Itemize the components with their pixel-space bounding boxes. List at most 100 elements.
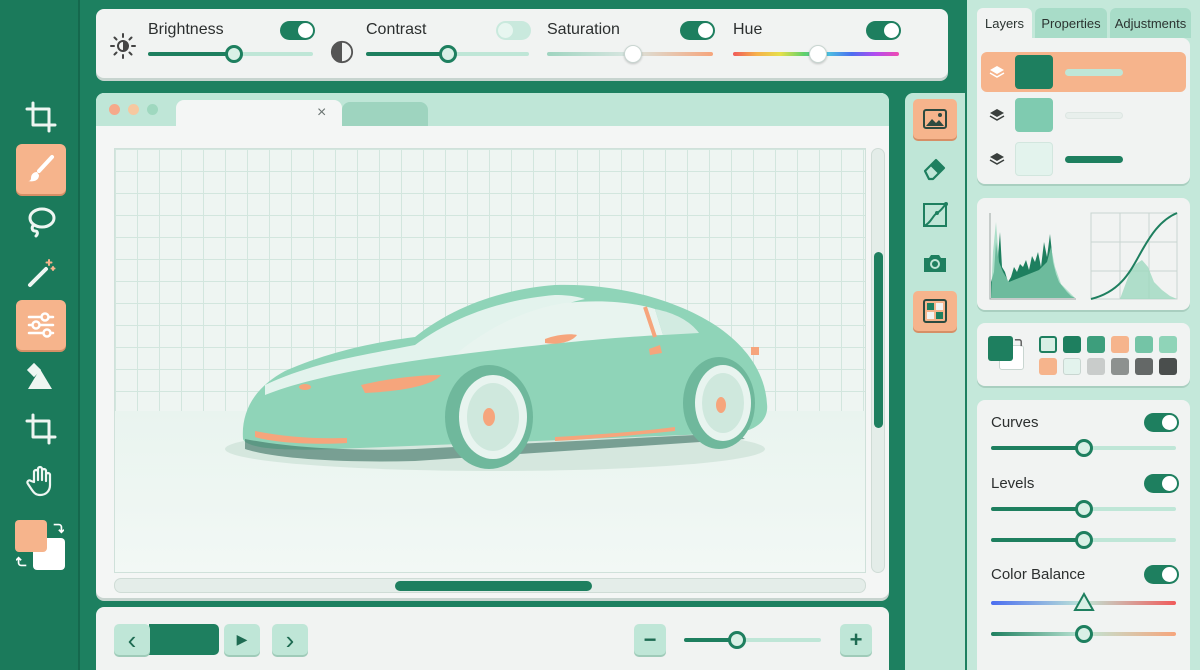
curves-toggle[interactable] (1144, 413, 1179, 432)
color-swatches[interactable] (15, 518, 69, 572)
levels-label: Levels (991, 475, 1035, 492)
curve-tool-button[interactable] (913, 195, 957, 235)
crop-icon (25, 101, 57, 133)
color-swatch[interactable] (1039, 358, 1057, 375)
image-canvas[interactable] (114, 148, 866, 573)
color-balance-label: Color Balance (991, 566, 1086, 583)
color-swatch[interactable] (1111, 336, 1129, 353)
zoom-slider-thumb[interactable] (728, 631, 746, 649)
color-balance-slider-2-thumb[interactable] (1075, 625, 1093, 643)
color-swatch[interactable] (1063, 336, 1081, 353)
brightness-toggle[interactable] (280, 21, 315, 40)
car-image (225, 284, 768, 471)
adjustments-toolbar: Brightness Contrast Saturation Hue (96, 9, 948, 78)
color-swatch[interactable] (1039, 336, 1057, 353)
layer-name-placeholder (1065, 69, 1123, 76)
brightness-slider-thumb[interactable] (225, 45, 243, 63)
levels-slider-1-thumb[interactable] (1075, 500, 1093, 518)
chevron-right-icon: › (285, 624, 295, 655)
layer-name-placeholder (1065, 156, 1123, 163)
swap-colors-icon[interactable] (1014, 338, 1023, 347)
canvas-minimize-button[interactable] (128, 104, 139, 115)
horizontal-scroll-thumb[interactable] (395, 581, 592, 591)
curves-label: Curves (991, 414, 1039, 431)
play-button[interactable]: ▶ (224, 624, 260, 655)
color-balance-slider-1-thumb[interactable] (1073, 592, 1095, 612)
histogram-chart (989, 213, 1076, 300)
plus-icon: + (849, 626, 863, 652)
document-tab-inactive[interactable] (342, 102, 428, 126)
color-swatch[interactable] (1159, 336, 1177, 353)
tab-adjustments[interactable]: Adjustments (1110, 8, 1191, 38)
layer-row-3[interactable] (981, 139, 1186, 179)
hue-toggle[interactable] (866, 21, 901, 40)
layer-thumbnail (1015, 55, 1053, 89)
shapes-tool-button[interactable] (16, 352, 66, 402)
right-panel: Layers Properties Adjustments Curves Lev… (967, 0, 1200, 670)
zoom-out-button[interactable]: − (634, 624, 666, 655)
previous-button[interactable]: ‹ (114, 624, 150, 655)
crop-tool-button-2[interactable] (16, 404, 66, 454)
tab-properties[interactable]: Properties (1035, 8, 1107, 38)
tab-close-icon[interactable]: × (317, 104, 326, 122)
color-swatch[interactable] (1087, 358, 1105, 375)
tab-layers[interactable]: Layers (977, 8, 1032, 38)
levels-toggle[interactable] (1144, 474, 1179, 493)
contrast-icon (330, 40, 354, 64)
brush-tool-button[interactable] (16, 144, 66, 194)
adjustments-tool-button[interactable] (16, 300, 66, 350)
canvas-window: × (96, 93, 889, 598)
vertical-scroll-thumb[interactable] (874, 252, 883, 428)
color-palette-panel (977, 323, 1190, 386)
canvas-close-button[interactable] (109, 104, 120, 115)
canvas-maximize-button[interactable] (147, 104, 158, 115)
color-balance-toggle[interactable] (1144, 565, 1179, 584)
vertical-scrollbar[interactable] (871, 148, 885, 573)
lasso-icon (28, 207, 56, 238)
lasso-tool-button[interactable] (16, 196, 66, 246)
crop-tool-button[interactable] (16, 92, 66, 142)
levels-slider-2-thumb[interactable] (1075, 531, 1093, 549)
timeline-bar: ‹ ▶ › − + (96, 607, 889, 670)
brush-icon (28, 155, 54, 182)
hue-slider-thumb[interactable] (809, 45, 827, 63)
zoom-in-button[interactable]: + (840, 624, 872, 655)
image-tool-button[interactable] (913, 99, 957, 139)
zoom-slider[interactable] (684, 638, 821, 642)
background-color-box[interactable] (988, 336, 1013, 361)
saturation-slider-thumb[interactable] (624, 45, 642, 63)
color-swatch[interactable] (1135, 358, 1153, 375)
curve-icon (923, 202, 948, 227)
saturation-toggle[interactable] (680, 21, 715, 40)
next-button[interactable]: › (272, 624, 308, 655)
color-swatch[interactable] (1063, 358, 1081, 375)
color-swatch[interactable] (1159, 358, 1177, 375)
swap-colors-icon[interactable] (16, 556, 28, 568)
curves-slider-thumb[interactable] (1075, 439, 1093, 457)
color-swatch[interactable] (1111, 358, 1129, 375)
magic-wand-tool-button[interactable] (16, 248, 66, 298)
camera-tool-button[interactable] (913, 243, 957, 283)
layer-row-2[interactable] (981, 95, 1186, 135)
camera-icon (924, 255, 946, 272)
eraser-icon (923, 158, 946, 181)
layer-name-placeholder (1065, 112, 1123, 119)
horizontal-scrollbar[interactable] (114, 578, 866, 593)
layers-icon (989, 66, 1005, 78)
brightness-label: Brightness (148, 21, 224, 38)
secondary-toolbar (905, 93, 965, 670)
layout-tool-button[interactable] (913, 291, 957, 331)
contrast-toggle[interactable] (496, 21, 531, 40)
foreground-color-swatch[interactable] (15, 520, 47, 552)
layer-row-1[interactable] (981, 52, 1186, 92)
eraser-tool-button[interactable] (913, 147, 957, 187)
crop-icon (25, 413, 57, 445)
frame-indicator[interactable] (149, 624, 219, 655)
left-toolbar (0, 0, 80, 670)
color-swatch[interactable] (1087, 336, 1105, 353)
color-swatch[interactable] (1135, 336, 1153, 353)
shapes-icon (26, 362, 52, 389)
contrast-slider-thumb[interactable] (439, 45, 457, 63)
swap-colors-icon[interactable] (52, 522, 64, 534)
hand-tool-button[interactable] (16, 456, 66, 506)
